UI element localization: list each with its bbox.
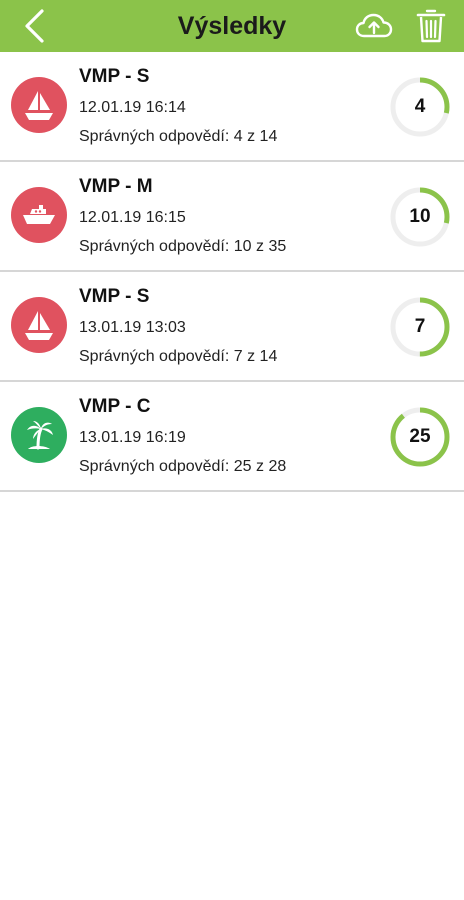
cloud-upload-icon xyxy=(355,13,393,38)
chevron-left-icon xyxy=(25,9,44,43)
result-correct-answers: Správných odpovědí: 7 z 14 xyxy=(79,348,278,365)
result-title: VMP - S xyxy=(79,286,150,307)
result-correct-answers: Správných odpovědí: 4 z 14 xyxy=(79,128,278,145)
result-date: 12.01.19 16:14 xyxy=(79,99,186,116)
score-value: 10 xyxy=(409,206,431,227)
avatar xyxy=(11,407,67,463)
avatar xyxy=(11,77,67,133)
result-correct-answers: Správných odpovědí: 25 z 28 xyxy=(79,458,287,475)
trash-icon xyxy=(416,9,446,43)
result-item[interactable]: VMP - S 13.01.19 13:03 Správných odpověd… xyxy=(0,272,464,382)
delete-button[interactable] xyxy=(410,4,452,48)
avatar xyxy=(11,297,67,353)
avatar xyxy=(11,187,67,243)
back-button[interactable] xyxy=(14,6,54,46)
result-date: 12.01.19 16:15 xyxy=(79,209,186,226)
result-date: 13.01.19 16:19 xyxy=(79,429,186,446)
result-list: VMP - S 12.01.19 16:14 Správných odpověd… xyxy=(0,52,464,492)
result-date: 13.01.19 13:03 xyxy=(79,319,186,336)
result-item[interactable]: VMP - M 12.01.19 16:15 Správných odpověd… xyxy=(0,162,464,272)
sailboat-icon xyxy=(25,311,53,340)
score-value: 4 xyxy=(414,96,426,117)
result-item[interactable]: VMP - S 12.01.19 16:14 Správných odpověd… xyxy=(0,52,464,162)
result-title: VMP - S xyxy=(79,66,150,87)
score-ring: 25 xyxy=(389,406,451,468)
upload-button[interactable] xyxy=(352,6,396,46)
score-ring: 4 xyxy=(389,76,451,138)
motorboat-icon xyxy=(23,205,55,224)
app-bar: Výsledky xyxy=(0,0,464,52)
sailboat-icon xyxy=(25,91,53,120)
result-item[interactable]: VMP - C 13.01.19 16:19 Správných odpověd… xyxy=(0,382,464,492)
score-ring: 7 xyxy=(389,296,451,358)
result-correct-answers: Správných odpovědí: 10 z 35 xyxy=(79,238,287,255)
result-title: VMP - C xyxy=(79,396,151,417)
score-value: 25 xyxy=(409,426,431,447)
palm-island-icon xyxy=(27,421,53,450)
result-title: VMP - M xyxy=(79,176,153,197)
score-ring: 10 xyxy=(389,186,451,248)
score-value: 7 xyxy=(414,316,426,337)
